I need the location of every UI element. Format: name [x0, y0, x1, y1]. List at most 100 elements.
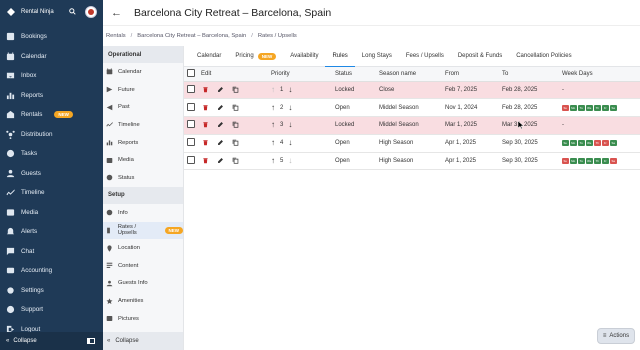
delete-icon[interactable] — [201, 120, 210, 129]
row-checkbox[interactable] — [187, 120, 195, 129]
table-row[interactable]: ↑ 4 ↓ Open High Season Apr 1, 2025 Sep 30, 202… — [184, 134, 640, 153]
sub-nav-item-guests-info[interactable]: Guests Info — [103, 275, 183, 293]
arrow-up-icon[interactable]: ↑ — [271, 103, 275, 112]
row-checkbox[interactable] — [187, 138, 195, 147]
weekday-chip: Mo — [570, 104, 577, 111]
sidebar-item-inbox[interactable]: Inbox — [0, 66, 103, 86]
table-row[interactable]: ↑ 3 ↓ LockedMiddel SeasonMar 1, 2025Mar 31,… — [184, 116, 640, 135]
sidebar-item-calendar[interactable]: Calendar — [0, 47, 103, 67]
priority-cell: ↑ 4 ↓ — [268, 134, 332, 153]
sidebar-item-bookings[interactable]: Bookings — [0, 27, 103, 47]
sidebar-item-alerts[interactable]: Alerts — [0, 222, 103, 242]
copy-icon[interactable] — [231, 138, 240, 147]
edit-icon[interactable] — [216, 138, 225, 147]
week-days-empty: - — [562, 86, 564, 93]
delete-icon[interactable] — [201, 138, 210, 147]
tab-calendar[interactable]: Calendar — [190, 46, 228, 67]
sub-nav-item-label: Amenities — [118, 298, 144, 305]
sub-nav-item-status[interactable]: Status — [103, 169, 183, 187]
sub-nav-item-info[interactable]: Info — [103, 204, 183, 222]
arrow-up-icon[interactable]: ↑ — [271, 85, 275, 94]
edit-icon[interactable] — [216, 156, 225, 165]
sidebar-item-accounting[interactable]: Accounting — [0, 261, 103, 281]
back-arrow-icon[interactable]: ← — [111, 7, 122, 19]
edit-cell — [198, 81, 268, 100]
edit-icon[interactable] — [216, 85, 225, 94]
arrow-up-icon[interactable]: ↑ — [271, 139, 275, 147]
sub-nav-collapse-button[interactable]: « Collapse — [103, 332, 183, 350]
season-name-cell: Middel Season — [376, 116, 442, 135]
user-avatar[interactable] — [85, 6, 97, 18]
sub-nav-item-content[interactable]: Content — [103, 257, 183, 275]
sidebar-item-support[interactable]: Support — [0, 300, 103, 320]
tab-long-stays[interactable]: Long Stays — [355, 46, 399, 67]
sub-nav-item-future[interactable]: Future — [103, 81, 183, 99]
sidebar-item-settings[interactable]: Settings — [0, 281, 103, 301]
tab-availability[interactable]: Availability — [283, 46, 325, 67]
media-icon — [6, 208, 15, 217]
tab-rules[interactable]: Rules — [325, 46, 355, 67]
arrow-down-icon[interactable]: ↓ — [288, 139, 292, 147]
sidebar-item-chat[interactable]: Chat — [0, 242, 103, 262]
column-header-priority[interactable]: Priority — [268, 67, 332, 82]
sub-nav-item-reports[interactable]: Reports — [103, 134, 183, 152]
sidebar-item-guests[interactable]: Guests — [0, 164, 103, 184]
actions-button[interactable]: ≡ Actions — [597, 328, 635, 344]
chat-icon — [6, 247, 15, 256]
table-row[interactable]: ↑ 5 ↓ Open High Season Apr 1, 2025 Sep 30, 202… — [184, 152, 640, 171]
sub-nav-item-location[interactable]: Location — [103, 239, 183, 257]
sidebar-item-distribution[interactable]: Distribution — [0, 125, 103, 145]
edit-icon[interactable] — [216, 103, 225, 112]
sidebar-item-media[interactable]: Media — [0, 203, 103, 223]
tab-fees-upsells[interactable]: Fees / Upsells — [399, 46, 451, 67]
week-days-cell: - — [559, 81, 640, 100]
search-icon[interactable] — [69, 7, 76, 17]
left-nav-collapse-button[interactable]: « Collapse — [0, 332, 103, 350]
arrow-up-icon[interactable]: ↑ — [271, 157, 275, 165]
column-header-to[interactable]: To — [499, 67, 559, 82]
copy-icon[interactable] — [231, 156, 240, 165]
sub-nav-item-pictures[interactable]: Pictures — [103, 310, 183, 328]
tab-deposit-funds[interactable]: Deposit & Funds — [451, 46, 509, 67]
breadcrumb-rental[interactable]: Barcelona City Retreat – Barcelona, Spai… — [137, 33, 246, 39]
sub-nav-item-media[interactable]: Media — [103, 151, 183, 169]
copy-icon[interactable] — [231, 120, 240, 129]
sub-nav-item-amenities[interactable]: Amenities — [103, 292, 183, 310]
sub-nav-item-calendar[interactable]: Calendar — [103, 63, 183, 81]
table-row[interactable]: ↑ 1 ↓ Locked Close Feb 7, 2025 Feb 28, 2025- — [184, 81, 640, 100]
sidebar-item-reports[interactable]: Reports — [0, 86, 103, 106]
select-all-checkbox[interactable] — [187, 68, 195, 77]
guests-icon — [6, 169, 15, 178]
arrow-down-icon[interactable]: ↓ — [288, 157, 292, 165]
row-checkbox[interactable] — [187, 102, 195, 111]
delete-icon[interactable] — [201, 156, 210, 165]
copy-icon[interactable] — [231, 85, 240, 94]
row-checkbox[interactable] — [187, 156, 195, 165]
edit-icon[interactable] — [216, 120, 225, 129]
column-header-season-name[interactable]: Season name — [376, 67, 442, 82]
arrow-down-icon[interactable]: ↓ — [288, 85, 292, 94]
arrow-down-icon[interactable]: ↓ — [288, 103, 292, 112]
sidebar-item-timeline[interactable]: Timeline — [0, 183, 103, 203]
arrow-down-icon[interactable]: ↓ — [288, 121, 292, 129]
tab-cancellation-policies[interactable]: Cancellation Policies — [509, 46, 578, 67]
row-checkbox[interactable] — [187, 84, 195, 93]
delete-icon[interactable] — [201, 85, 210, 94]
copy-icon[interactable] — [231, 103, 240, 112]
calendar-icon — [105, 68, 113, 76]
from-cell: Mar 1, 2025 — [442, 116, 499, 135]
arrow-up-icon[interactable]: ↑ — [271, 121, 275, 129]
tab-pricing[interactable]: Pricing NEW — [228, 46, 283, 67]
table-row[interactable]: ↑ 2 ↓ Open Middel Season Nov 1, 2024 Feb 28, 2… — [184, 98, 640, 118]
tab-label: Long Stays — [361, 53, 392, 59]
column-header-status[interactable]: Status — [332, 67, 376, 82]
breadcrumb-rentals[interactable]: Rentals — [106, 33, 126, 39]
column-header-from[interactable]: From — [442, 67, 499, 82]
sidebar-item-rentals[interactable]: Rentals NEW — [0, 105, 103, 125]
priority-value: 4 — [280, 140, 284, 147]
delete-icon[interactable] — [201, 103, 210, 112]
sub-nav-item-past[interactable]: Past — [103, 98, 183, 116]
sidebar-item-tasks[interactable]: Tasks — [0, 144, 103, 164]
sub-nav-item-rates-upsells[interactable]: Rates / Upsells NEW — [103, 221, 183, 240]
sub-nav-item-timeline[interactable]: Timeline — [103, 116, 183, 134]
